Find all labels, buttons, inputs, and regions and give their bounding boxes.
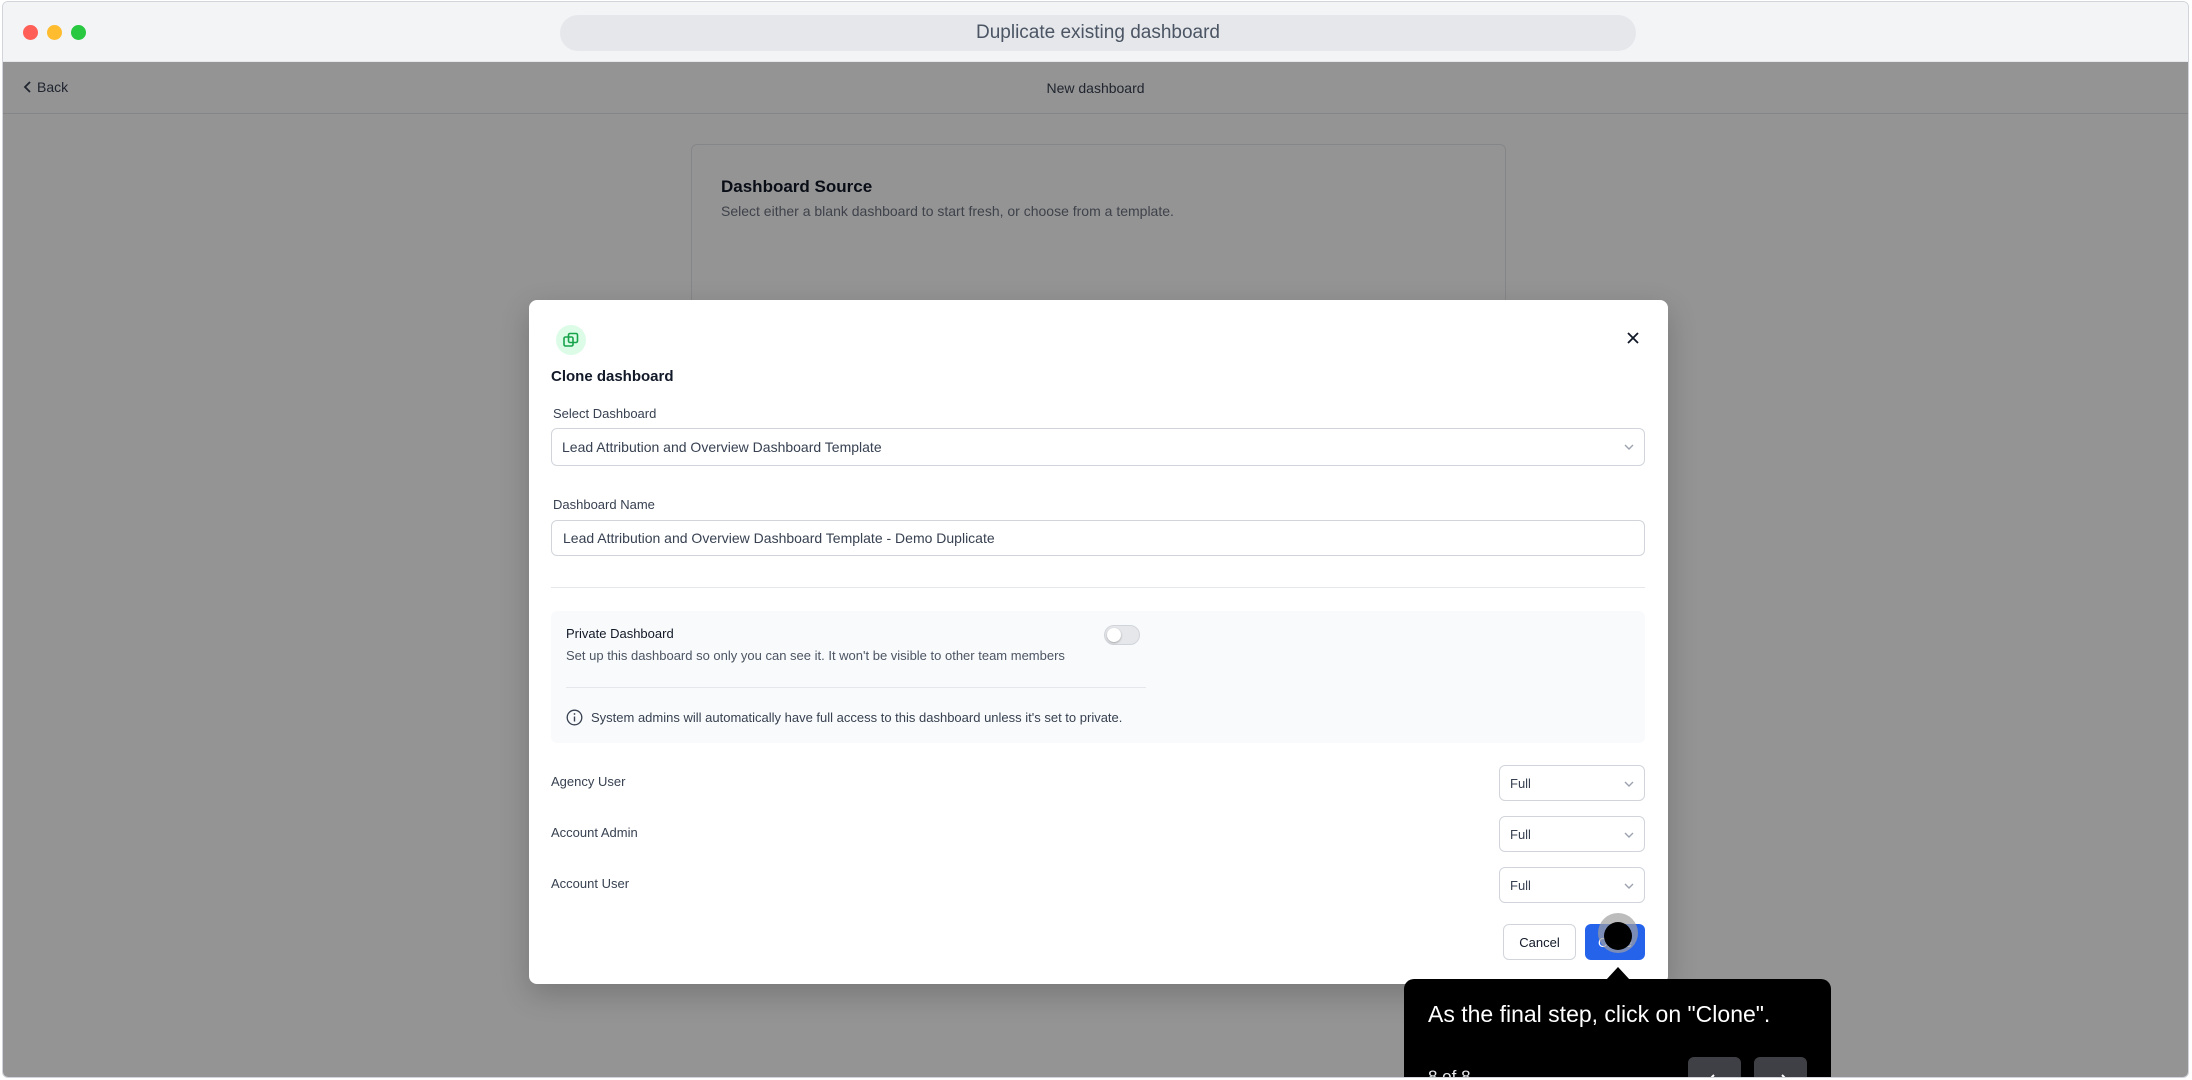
permission-value: Full <box>1510 826 1531 842</box>
role-label-account-admin: Account Admin <box>551 825 638 840</box>
cursor-dot <box>1604 922 1632 950</box>
select-dashboard-value: Lead Attribution and Overview Dashboard … <box>562 439 882 455</box>
admin-access-note: System admins will automatically have fu… <box>566 709 1122 726</box>
chevron-down-icon <box>1624 832 1634 838</box>
divider <box>551 587 1645 588</box>
permission-value: Full <box>1510 877 1531 893</box>
info-icon <box>566 709 583 726</box>
close-modal-button[interactable] <box>1621 326 1645 350</box>
role-label-account-user: Account User <box>551 876 630 891</box>
private-dashboard-toggle[interactable] <box>1104 625 1140 645</box>
walkthrough-tooltip: As the final step, click on "Clone". 8 o… <box>1404 979 1831 1078</box>
title-bar: Duplicate existing dashboard <box>3 2 2188 62</box>
permission-select-account-user[interactable]: Full <box>1499 867 1645 903</box>
private-dashboard-section: Private Dashboard Set up this dashboard … <box>551 611 1645 743</box>
chevron-down-icon <box>1624 444 1634 450</box>
arrow-left-icon <box>1710 1074 1715 1077</box>
maximize-window-button[interactable] <box>71 25 86 40</box>
modal-title: Clone dashboard <box>551 368 674 385</box>
toggle-knob <box>1107 628 1121 642</box>
role-label-agency-user: Agency User <box>551 774 626 789</box>
permission-select-agency-user[interactable]: Full <box>1499 765 1645 801</box>
app-page: Back New dashboard Dashboard Source Sele… <box>3 62 2188 1078</box>
section-divider <box>566 687 1146 688</box>
step-counter: 8 of 8 <box>1428 1067 1471 1078</box>
cancel-button[interactable]: Cancel <box>1503 924 1576 960</box>
select-dashboard-dropdown[interactable]: Lead Attribution and Overview Dashboard … <box>551 428 1645 466</box>
chevron-down-icon <box>1624 883 1634 889</box>
minimize-window-button[interactable] <box>47 25 62 40</box>
tooltip-text: As the final step, click on "Clone". <box>1428 1001 1771 1027</box>
private-dashboard-title: Private Dashboard <box>566 626 674 641</box>
address-bar[interactable]: Duplicate existing dashboard <box>560 15 1636 51</box>
permission-select-account-admin[interactable]: Full <box>1499 816 1645 852</box>
copy-icon <box>556 325 586 355</box>
admin-access-text: System admins will automatically have fu… <box>591 710 1123 725</box>
dashboard-name-input[interactable]: Lead Attribution and Overview Dashboard … <box>551 520 1645 556</box>
select-dashboard-label: Select Dashboard <box>553 406 657 421</box>
next-step-button[interactable] <box>1754 1057 1807 1077</box>
close-icon <box>1627 332 1639 344</box>
chevron-down-icon <box>1624 781 1634 787</box>
dashboard-name-label: Dashboard Name <box>553 497 655 512</box>
clone-dashboard-modal: Clone dashboard Select Dashboard Lead At… <box>529 300 1668 984</box>
private-dashboard-description: Set up this dashboard so only you can se… <box>566 648 1065 663</box>
dashboard-name-value: Lead Attribution and Overview Dashboard … <box>563 530 995 546</box>
previous-step-button[interactable] <box>1688 1057 1741 1077</box>
close-window-button[interactable] <box>23 25 38 40</box>
permission-value: Full <box>1510 775 1531 791</box>
browser-window: Duplicate existing dashboard Back New da… <box>2 1 2189 1078</box>
arrow-right-icon <box>1780 1074 1785 1077</box>
